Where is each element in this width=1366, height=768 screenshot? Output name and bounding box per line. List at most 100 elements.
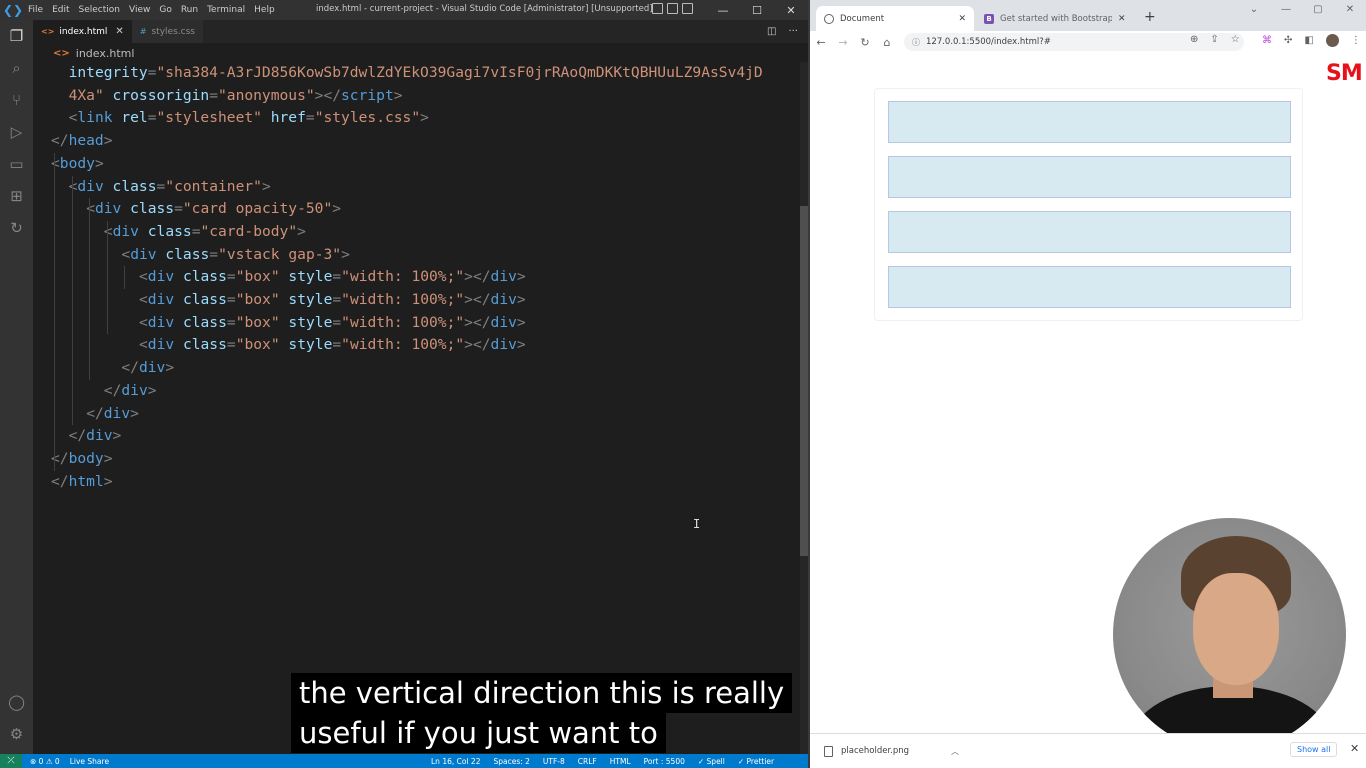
zoom-icon[interactable]: ⊕ — [1190, 34, 1198, 45]
code-token: rel — [121, 109, 148, 127]
code-line[interactable]: <div class="container"> — [69, 176, 271, 198]
download-filename[interactable]: placeholder.png — [841, 746, 909, 756]
encoding-status[interactable]: UTF-8 — [543, 757, 565, 766]
reload-icon[interactable]: ↻ — [854, 36, 876, 49]
tab-label: index.html — [59, 26, 108, 37]
code-line[interactable]: 4Xa" crossorigin="anonymous"></script> — [69, 85, 403, 107]
bookmark-star-icon[interactable]: ☆ — [1231, 34, 1240, 45]
extension-icon[interactable]: ⌘ — [1262, 35, 1272, 46]
menu-selection[interactable]: Selection — [79, 5, 120, 15]
side-panel-icon[interactable]: ◧ — [1304, 35, 1313, 46]
remote-indicator-icon[interactable]: ⤫ — [0, 754, 22, 768]
tab-search-icon[interactable]: ⌄ — [1238, 4, 1270, 15]
maximize-icon[interactable]: ☐ — [740, 0, 774, 20]
close-tab-icon[interactable]: ✕ — [115, 26, 123, 37]
account-icon[interactable]: ◯ — [0, 686, 33, 718]
code-line[interactable]: <div class="box" style="width: 100%;"></… — [139, 312, 526, 334]
tab-index-html[interactable]: <> index.html ✕ — [33, 20, 132, 43]
code-line[interactable]: <div class="vstack gap-3"> — [121, 244, 350, 266]
code-line[interactable]: </html> — [51, 471, 113, 493]
extensions-icon[interactable]: ⊞ — [0, 180, 33, 212]
chevron-up-icon[interactable]: ︿ — [951, 746, 959, 757]
browser-tab-bootstrap[interactable]: B Get started with Bootstrap · Boo ✕ — [976, 6, 1136, 31]
code-line[interactable]: </body> — [51, 448, 113, 470]
browser-tab-document[interactable]: Document ✕ — [816, 6, 974, 31]
menu-edit[interactable]: Edit — [52, 5, 69, 15]
minimize-icon[interactable]: — — [1270, 4, 1302, 15]
toggle-secondary-sidebar-icon[interactable] — [682, 3, 693, 14]
menu-help[interactable]: Help — [254, 5, 275, 15]
code-editor[interactable]: integrity = "sha384-A3rJD856KowSb7dwlZdYEk… — [33, 62, 798, 754]
close-download-bar-icon[interactable]: ✕ — [1350, 742, 1359, 755]
extensions-puzzle-icon[interactable]: ✣ — [1284, 35, 1292, 46]
share-icon[interactable]: ⇪ — [1210, 34, 1218, 45]
close-tab-icon[interactable]: ✕ — [958, 14, 966, 24]
code-line[interactable]: <div class="card-body"> — [104, 221, 306, 243]
back-arrow-icon[interactable]: ← — [810, 36, 832, 49]
code-line[interactable]: <div class="card opacity-50"> — [86, 198, 341, 220]
breadcrumb-file[interactable]: index.html — [76, 47, 135, 60]
close-tab-icon[interactable]: ✕ — [1118, 14, 1126, 24]
code-token: style — [288, 313, 333, 331]
problems-indicator[interactable]: ⊗ 0 ⚠ 0 — [30, 757, 60, 766]
subtitle-line-2: useful if you just want to — [291, 713, 666, 753]
run-debug-icon[interactable]: ▷ — [0, 116, 33, 148]
explorer-icon[interactable]: ❐ — [0, 20, 33, 52]
menu-go[interactable]: Go — [159, 5, 171, 15]
language-mode[interactable]: HTML — [610, 757, 631, 766]
forward-arrow-icon[interactable]: → — [832, 36, 854, 49]
live-share-status[interactable]: Live Share — [70, 757, 109, 766]
editor-scrollbar[interactable] — [800, 206, 808, 556]
code-token: = — [226, 291, 236, 308]
menu-run[interactable]: Run — [181, 5, 198, 15]
code-line[interactable]: <div class="box" style="width: 100%;"></… — [139, 289, 526, 311]
site-info-icon[interactable]: ⓘ — [912, 37, 920, 48]
code-line[interactable]: </div> — [69, 425, 122, 447]
indentation-status[interactable]: Spaces: 2 — [493, 757, 529, 766]
breadcrumb[interactable]: <> index.html — [33, 43, 808, 63]
spell-status[interactable]: ✓ Spell — [698, 757, 725, 766]
code-line[interactable]: <div class="box" style="width: 100%;"></… — [139, 334, 526, 356]
chrome-menu-icon[interactable]: ⋮ — [1351, 35, 1361, 46]
remote-explorer-icon[interactable]: ▭ — [0, 148, 33, 180]
code-line[interactable]: <link rel="stylesheet" href="styles.css"… — [69, 107, 429, 129]
menu-view[interactable]: View — [129, 5, 150, 15]
download-item[interactable]: placeholder.png ︿ — [824, 745, 959, 757]
cursor-position[interactable]: Ln 16, Col 22 — [431, 757, 480, 766]
search-icon[interactable]: ⌕ — [0, 52, 33, 84]
show-all-button[interactable]: Show all — [1290, 742, 1338, 757]
code-line[interactable]: </div> — [121, 357, 174, 379]
eol-status[interactable]: CRLF — [578, 757, 597, 766]
home-icon[interactable]: ⌂ — [876, 36, 898, 49]
code-line[interactable]: <body> — [51, 153, 104, 175]
box — [888, 101, 1291, 143]
menu-file[interactable]: File — [28, 5, 43, 15]
close-window-icon[interactable]: ✕ — [1334, 4, 1366, 15]
tab-label: styles.css — [151, 26, 195, 37]
settings-gear-icon[interactable]: ⚙ — [0, 718, 33, 750]
tab-styles-css[interactable]: # styles.css — [131, 20, 203, 43]
toggle-panel-icon[interactable] — [667, 3, 678, 14]
split-editor-icon[interactable]: ◫ — [767, 26, 776, 37]
more-actions-icon[interactable]: ··· — [788, 26, 798, 37]
code-line[interactable]: </head> — [51, 130, 113, 152]
live-share-icon[interactable]: ↻ — [0, 212, 33, 244]
toggle-sidebar-icon[interactable] — [652, 3, 663, 14]
new-tab-icon[interactable]: + — [1144, 9, 1156, 25]
prettier-status[interactable]: ✓ Prettier — [738, 757, 774, 766]
code-line[interactable]: </div> — [86, 403, 139, 425]
address-url[interactable]: 127.0.0.1:5500/index.html?# — [926, 37, 1051, 47]
code-line[interactable]: </div> — [104, 380, 157, 402]
menu-terminal[interactable]: Terminal — [207, 5, 245, 15]
code-line[interactable]: <div class="box" style="width: 100%;"></… — [139, 266, 526, 288]
minimize-icon[interactable]: — — [706, 0, 740, 20]
live-server-port[interactable]: Port : 5500 — [644, 757, 685, 766]
close-window-icon[interactable]: ✕ — [774, 0, 808, 20]
code-line[interactable]: integrity="sha384-A3rJD856KowSb7dwlZdYEk… — [69, 62, 763, 84]
restore-icon[interactable]: ▢ — [1302, 4, 1334, 15]
mouse-cursor-icon: I — [693, 517, 701, 531]
profile-avatar[interactable] — [1325, 34, 1339, 47]
source-control-icon[interactable]: ⑂ — [0, 84, 33, 116]
